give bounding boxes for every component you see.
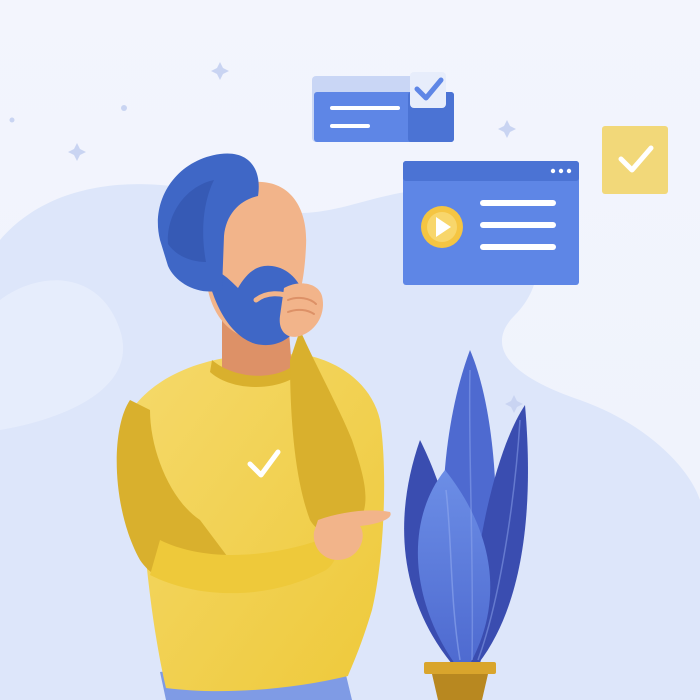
plant-pot-rim <box>424 662 496 674</box>
sticky-note <box>602 126 668 194</box>
checklist-card <box>312 72 454 142</box>
illustration-canvas <box>0 0 700 700</box>
plant-pot <box>432 674 488 700</box>
window-dots-icon <box>550 168 572 174</box>
thinking-man-illustration <box>0 0 700 700</box>
video-player-window <box>403 161 579 285</box>
